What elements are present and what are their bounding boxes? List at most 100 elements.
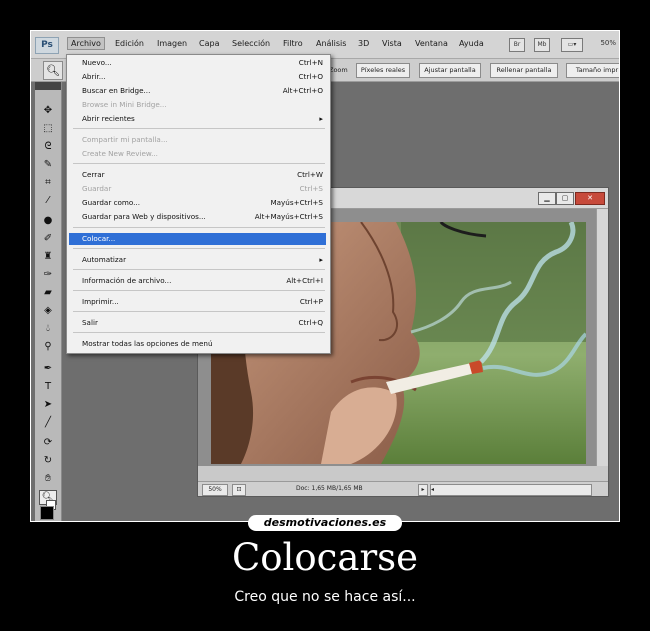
site-name: desmotivaciones.es	[263, 516, 387, 529]
site-watermark: desmotivaciones.es	[248, 515, 402, 531]
print-size-button[interactable]: Tamaño impr	[566, 63, 619, 78]
menu-item-label: Mostrar todas las opciones de menú	[82, 339, 213, 348]
menu-item-mostrar-opciones[interactable]: Mostrar todas las opciones de menú	[77, 338, 325, 350]
menu-edicion[interactable]: Edición	[115, 39, 144, 48]
status-arrow-icon[interactable]: ▸	[418, 484, 428, 496]
vertical-scrollbar[interactable]	[596, 209, 608, 466]
foreground-color-swatch[interactable]	[40, 506, 54, 520]
lasso-tool-icon[interactable]: ᘓ	[41, 140, 55, 153]
menu-item-compartir-pantalla[interactable]: Compartir mi pantalla...	[77, 134, 325, 146]
archivo-dropdown-menu: Nuevo... Ctrl+N Abrir... Ctrl+O Buscar en …	[66, 54, 331, 354]
menu-item-browse-mini-bridge[interactable]: Browse in Mini Bridge...	[77, 99, 325, 111]
menu-seleccion[interactable]: Selección	[232, 39, 270, 48]
document-status-bar: 50% ⊡ Doc: 1,65 MB/1,65 MB ▸ ◂	[198, 481, 608, 496]
status-info-icon[interactable]: ⊡	[232, 484, 246, 496]
menu-item-colocar[interactable]: Colocar...	[69, 233, 326, 245]
menu-item-guardar[interactable]: Guardar Ctrl+S	[77, 183, 325, 195]
status-zoom-field[interactable]: 50%	[202, 484, 228, 496]
menu-vista[interactable]: Vista	[382, 39, 402, 48]
move-tool-icon[interactable]: ✥	[41, 104, 55, 117]
menu-ayuda[interactable]: Ayuda	[459, 39, 484, 48]
photoshop-screenshot: Ps Archivo Edición Imagen Capa Selección…	[30, 30, 620, 522]
menu-3d[interactable]: 3D	[358, 39, 369, 48]
menu-item-guardar-web[interactable]: Guardar para Web y dispositivos... Alt+Ma…	[77, 211, 325, 223]
menu-separator	[73, 248, 325, 249]
menu-item-shortcut: Ctrl+W	[297, 170, 323, 179]
pen-tool-icon[interactable]: ✒	[41, 362, 55, 375]
menu-separator	[73, 311, 325, 312]
menu-item-label: Guardar	[82, 184, 112, 193]
menu-capa[interactable]: Capa	[199, 39, 219, 48]
brush-tool-icon[interactable]: ✐	[41, 232, 55, 245]
menu-item-label: Create New Review...	[82, 149, 158, 158]
menu-item-abrir[interactable]: Abrir... Ctrl+O	[77, 71, 325, 83]
crop-tool-icon[interactable]: ⌗	[41, 176, 55, 189]
menu-item-shortcut: Ctrl+Q	[298, 318, 323, 327]
menu-item-abrir-recientes[interactable]: Abrir recientes ▸	[77, 113, 325, 125]
menu-separator	[73, 227, 325, 228]
quick-selection-tool-icon[interactable]: ✎	[41, 158, 55, 171]
3d-rotate-tool-icon[interactable]: ⟳	[41, 436, 55, 449]
horizontal-scrollbar[interactable]: ◂	[430, 484, 592, 496]
menu-item-shortcut: Alt+Ctrl+O	[282, 86, 323, 95]
eyedropper-tool-icon[interactable]: ⁄	[41, 194, 55, 207]
dodge-tool-icon[interactable]: ⚲	[41, 340, 55, 353]
menu-item-label: Cerrar	[82, 170, 105, 179]
bridge-icon[interactable]: Br	[509, 38, 525, 52]
marquee-tool-icon[interactable]: ⬚	[41, 122, 55, 135]
mini-bridge-icon[interactable]: Mb	[534, 38, 550, 52]
type-tool-icon[interactable]: T	[41, 380, 55, 393]
menu-item-imprimir[interactable]: Imprimir... Ctrl+P	[77, 296, 325, 308]
menu-analisis[interactable]: Análisis	[316, 39, 346, 48]
maximize-button[interactable]: ▢	[556, 192, 574, 205]
paint-bucket-tool-icon[interactable]: ◈	[41, 304, 55, 317]
zoom-icon[interactable]: 🔍︎	[43, 61, 63, 80]
menu-imagen[interactable]: Imagen	[157, 39, 187, 48]
menu-item-shortcut: Ctrl+O	[298, 72, 323, 81]
healing-brush-tool-icon[interactable]: ●	[41, 214, 55, 227]
fit-screen-button[interactable]: Ajustar pantalla	[419, 63, 481, 78]
3d-orbit-tool-icon[interactable]: ↻	[41, 454, 55, 467]
fill-screen-button[interactable]: Rellenar pantalla	[490, 63, 558, 78]
menu-archivo[interactable]: Archivo	[67, 37, 105, 50]
poster-subtitle: Creo que no se hace así...	[234, 589, 416, 605]
line-tool-icon[interactable]: ╱	[41, 416, 55, 429]
toolbox: ✥ ⬚ ᘓ ✎ ⌗ ⁄ ● ✐ ♜ ✑ ▰ ◈ 💧︎ ⚲ ✒ T ➤ ╱ ⟳ ↻…	[35, 82, 62, 521]
menu-separator	[73, 163, 325, 164]
zoom-level[interactable]: 50%	[600, 39, 616, 47]
menu-item-label: Información de archivo...	[82, 276, 172, 285]
menu-item-guardar-como[interactable]: Guardar como... Mayús+Ctrl+S	[77, 197, 325, 209]
clone-stamp-tool-icon[interactable]: ♜	[41, 250, 55, 263]
eraser-tool-icon[interactable]: ▰	[41, 286, 55, 299]
menu-ventana[interactable]: Ventana	[415, 39, 448, 48]
menu-item-label: Compartir mi pantalla...	[82, 135, 168, 144]
history-brush-tool-icon[interactable]: ✑	[41, 268, 55, 281]
hand-tool-icon[interactable]: ✋︎	[41, 472, 55, 485]
path-selection-tool-icon[interactable]: ➤	[41, 398, 55, 411]
menu-item-cerrar[interactable]: Cerrar Ctrl+W	[77, 169, 325, 181]
menu-item-buscar-en-bridge[interactable]: Buscar en Bridge... Alt+Ctrl+O	[77, 85, 325, 97]
menu-item-informacion-archivo[interactable]: Información de archivo... Alt+Ctrl+I	[77, 275, 325, 287]
toolbox-header[interactable]	[35, 82, 61, 90]
menu-filtro[interactable]: Filtro	[283, 39, 303, 48]
poster-title: Colocarse	[231, 536, 419, 579]
menu-item-shortcut: Alt+Ctrl+I	[286, 276, 323, 285]
menu-item-nuevo[interactable]: Nuevo... Ctrl+N	[77, 57, 325, 69]
blur-tool-icon[interactable]: 💧︎	[41, 322, 55, 335]
arrange-documents-icon[interactable]: ▭▾	[561, 38, 583, 52]
menu-separator	[73, 128, 325, 129]
menu-separator	[73, 332, 325, 333]
close-button[interactable]: ✕	[575, 192, 605, 205]
menu-item-label: Imprimir...	[82, 297, 119, 306]
minimize-button[interactable]: ▁	[538, 192, 556, 205]
actual-pixels-button[interactable]: Píxeles reales	[356, 63, 410, 78]
menu-item-shortcut: Alt+Mayús+Ctrl+S	[254, 212, 323, 221]
menu-item-salir[interactable]: Salir Ctrl+Q	[77, 317, 325, 329]
menu-item-automatizar[interactable]: Automatizar ▸	[77, 254, 325, 266]
menu-item-create-new-review[interactable]: Create New Review...	[77, 148, 325, 160]
menu-item-label: Nuevo...	[82, 58, 112, 67]
status-doc-size: Doc: 1,65 MB/1,65 MB	[296, 485, 363, 492]
submenu-arrow-icon: ▸	[319, 114, 323, 123]
menu-item-shortcut: Ctrl+S	[299, 184, 323, 193]
menu-separator	[73, 269, 325, 270]
